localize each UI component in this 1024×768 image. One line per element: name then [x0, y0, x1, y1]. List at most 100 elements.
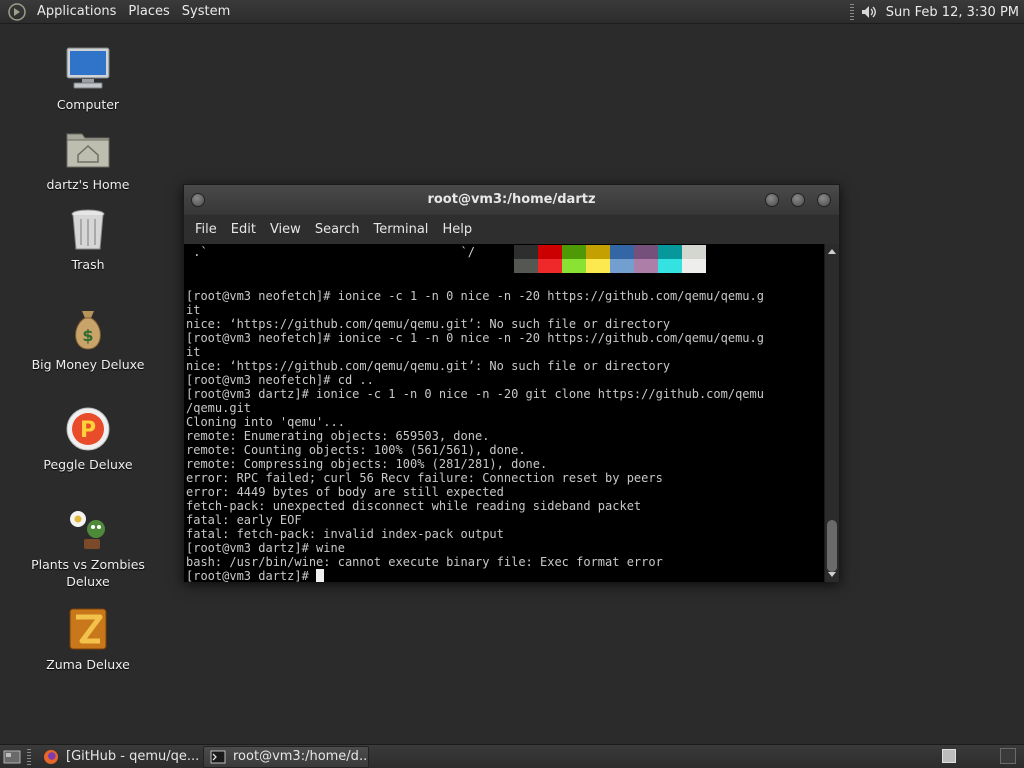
terminal-window[interactable]: root@vm3:/home/dartz File Edit View Sear…	[183, 184, 840, 582]
terminal-line: [root@vm3 neofetch]# ionice -c 1 -n 0 ni…	[186, 289, 764, 303]
color-swatch	[682, 259, 706, 273]
text-cursor	[316, 569, 325, 582]
terminal-line: /qemu.git	[186, 401, 252, 415]
color-swatch	[514, 259, 538, 273]
desktop-icon-big-money[interactable]: $ Big Money Deluxe	[8, 305, 168, 373]
scroll-up-arrow-icon[interactable]	[828, 249, 836, 254]
desktop-icon-plants-vs-zombies[interactable]: Plants vs Zombies Deluxe	[8, 505, 168, 590]
speaker-icon[interactable]	[860, 3, 878, 21]
desktop-icon-label: Zuma Deluxe	[46, 657, 130, 672]
terminal-line: error: RPC failed; curl 56 Recv failure:…	[186, 471, 663, 485]
plants-vs-zombies-icon	[70, 511, 105, 549]
menu-search[interactable]: Search	[308, 215, 367, 244]
taskbar-item-firefox[interactable]: [GitHub - qemu/qe...	[37, 746, 199, 768]
workspace-switcher-icon[interactable]	[942, 749, 956, 763]
maximize-button[interactable]	[791, 193, 805, 207]
terminal-line: Cloning into 'qemu'...	[186, 415, 345, 429]
show-desktop-icon[interactable]	[3, 749, 21, 765]
color-swatch	[586, 259, 610, 273]
desktop-icon-label: Plants vs Zombies Deluxe	[31, 557, 145, 589]
menu-view[interactable]: View	[263, 215, 308, 244]
gnome-foot-icon[interactable]	[8, 2, 26, 21]
desktop-icon-peggle[interactable]: P Peggle Deluxe	[8, 405, 168, 473]
desktop-icon-zuma[interactable]: Zuma Deluxe	[8, 605, 168, 673]
menu-file[interactable]: File	[188, 215, 224, 244]
color-swatch	[634, 259, 658, 273]
home-folder-icon	[66, 133, 110, 168]
terminal-line: error: 4449 bytes of body are still expe…	[186, 485, 504, 499]
top-panel: Applications Places System Sun Feb 12, 3…	[0, 0, 1024, 24]
terminal-line: fatal: early EOF	[186, 513, 302, 527]
color-swatch	[538, 245, 562, 259]
computer-icon	[66, 47, 110, 89]
terminal-titlebar[interactable]: root@vm3:/home/dartz	[184, 185, 839, 215]
color-swatch	[514, 245, 538, 259]
panel-grip	[27, 748, 31, 765]
terminal-icon	[210, 750, 226, 763]
terminal-line: [root@vm3 neofetch]# ionice -c 1 -n 0 ni…	[186, 331, 764, 345]
terminal-prompt-line: [root@vm3 dartz]#	[186, 569, 325, 582]
desktop-icon-home[interactable]: dartz's Home	[8, 125, 168, 193]
minimize-button[interactable]	[765, 193, 779, 207]
terminal-line: remote: Compressing objects: 100% (281/2…	[186, 457, 548, 471]
terminal-line: it	[186, 303, 201, 317]
terminal-menubar: File Edit View Search Terminal Help	[184, 215, 839, 244]
terminal-line: [root@vm3 dartz]# ionice -c 1 -n 0 nice …	[186, 387, 764, 401]
scrollbar-thumb[interactable]	[827, 520, 837, 572]
zuma-icon	[69, 608, 107, 650]
window-title: root@vm3:/home/dartz	[427, 192, 596, 207]
terminal-line: [root@vm3 dartz]# wine	[186, 541, 345, 555]
color-swatch	[610, 245, 634, 259]
scroll-down-arrow-icon[interactable]	[828, 572, 836, 577]
prompt-text: [root@vm3 dartz]#	[186, 569, 317, 582]
desktop-icon-label: dartz's Home	[46, 177, 130, 192]
desktop-icon-label: Big Money Deluxe	[31, 357, 145, 372]
svg-text:P: P	[80, 418, 96, 443]
desktop-icon-label: Peggle Deluxe	[43, 457, 133, 472]
neofetch-fragment: .` `/	[186, 245, 475, 259]
terminal-line: remote: Counting objects: 100% (561/561)…	[186, 443, 526, 457]
desktop-icon-label: Computer	[56, 97, 120, 112]
color-swatch	[562, 259, 586, 273]
terminal-scrollbar[interactable]	[824, 244, 839, 582]
clock[interactable]: Sun Feb 12, 3:30 PM	[886, 5, 1019, 20]
bottom-panel: [GitHub - qemu/qe... root@vm3:/home/d...	[0, 744, 1024, 768]
terminal-line: [root@vm3 neofetch]# cd ..	[186, 373, 374, 387]
panel-grip	[849, 4, 854, 20]
taskbar-item-label: root@vm3:/home/d...	[233, 749, 369, 764]
terminal-line: bash: /usr/bin/wine: cannot execute bina…	[186, 555, 663, 569]
menu-applications[interactable]: Applications	[31, 0, 122, 24]
firefox-icon	[44, 749, 58, 764]
close-button[interactable]	[817, 193, 831, 207]
menu-places[interactable]: Places	[122, 0, 175, 24]
top-panel-right: Sun Feb 12, 3:30 PM	[849, 0, 1024, 24]
neofetch-color-palette	[514, 245, 706, 273]
desktop-icon-computer[interactable]: Computer	[8, 45, 168, 113]
color-swatch	[586, 245, 610, 259]
money-bag-icon: $	[75, 311, 101, 350]
color-swatch	[658, 245, 682, 259]
menu-help[interactable]: Help	[435, 215, 479, 244]
peggle-icon: P	[66, 407, 110, 451]
taskbar-item-label: [GitHub - qemu/qe...	[66, 749, 199, 764]
color-swatch	[658, 259, 682, 273]
color-swatch	[682, 245, 706, 259]
desktop-icon-label: Trash	[71, 257, 105, 272]
terminal-line: nice: ‘https://github.com/qemu/qemu.git’…	[186, 359, 671, 373]
menu-system[interactable]: System	[176, 0, 236, 24]
color-swatch	[634, 245, 658, 259]
trash-applet-icon[interactable]	[1000, 748, 1016, 764]
terminal-line: fatal: fetch-pack: invalid index-pack ou…	[186, 527, 504, 541]
menu-terminal[interactable]: Terminal	[366, 215, 435, 244]
terminal-line: it	[186, 345, 201, 359]
taskbar-item-terminal[interactable]: root@vm3:/home/d...	[203, 745, 369, 768]
color-swatch	[610, 259, 634, 273]
menu-edit[interactable]: Edit	[224, 215, 263, 244]
color-swatch	[562, 245, 586, 259]
terminal-line: nice: ‘https://github.com/qemu/qemu.git’…	[186, 317, 671, 331]
desktop-icon-trash[interactable]: Trash	[8, 205, 168, 273]
color-swatch	[538, 259, 562, 273]
terminal-line: remote: Enumerating objects: 659503, don…	[186, 429, 490, 443]
svg-text:$: $	[82, 326, 93, 345]
terminal-output[interactable]: .` `/ [root@vm3 neofetch]# ionice -c 1 -…	[184, 244, 826, 582]
